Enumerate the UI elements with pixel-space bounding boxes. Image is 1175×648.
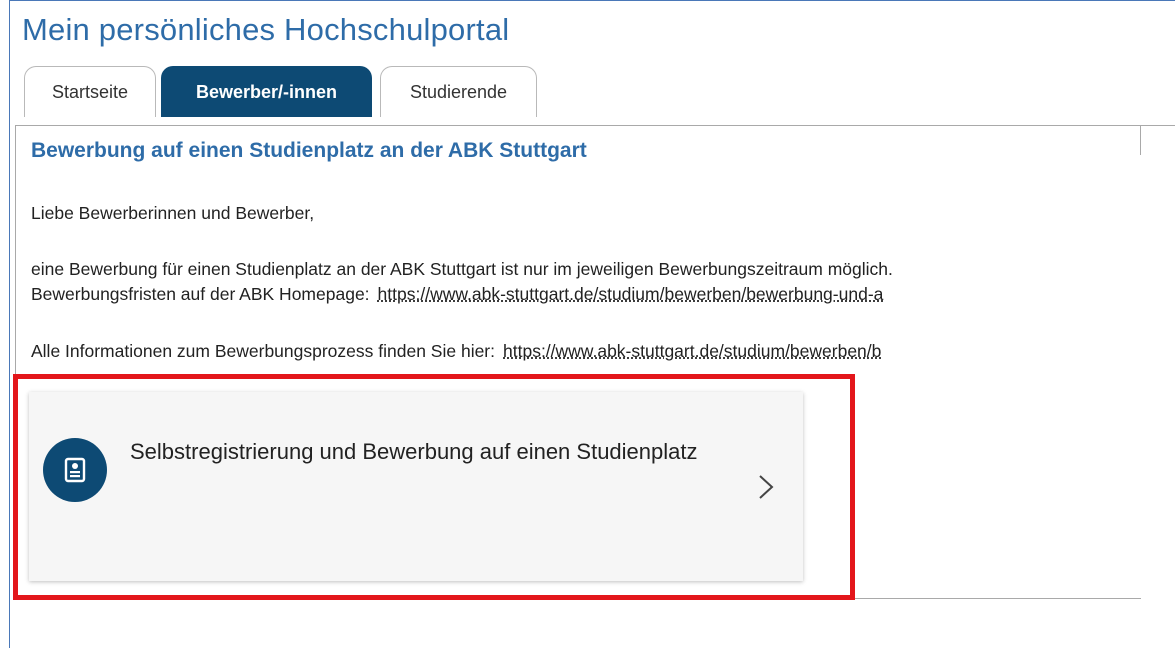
- info-link[interactable]: https://www.abk-stuttgart.de/studium/bew…: [503, 341, 881, 361]
- info-text: Alle Informationen zum Bewerbungsprozess…: [31, 341, 495, 361]
- tab-startseite[interactable]: Startseite: [24, 66, 156, 117]
- deadline-link[interactable]: https://www.abk-stuttgart.de/studium/bew…: [378, 284, 884, 304]
- highlight-box: [13, 374, 855, 600]
- tab-studierende[interactable]: Studierende: [380, 66, 537, 117]
- greeting-text: Liebe Bewerberinnen und Bewerber,: [31, 203, 315, 223]
- info-line: Alle Informationen zum Bewerbungsprozess…: [31, 341, 881, 362]
- section-title: Bewerbung auf einen Studienplatz an der …: [31, 139, 587, 162]
- window-frame-top: [9, 0, 1175, 1]
- window-frame-left: [9, 0, 10, 648]
- paragraph-line-2: Bewerbungsfristen auf der ABK Homepage: h…: [31, 284, 883, 305]
- content-panel-divider: [855, 598, 1141, 599]
- tab-bewerber[interactable]: Bewerber/-innen: [161, 66, 372, 117]
- paragraph-line-1: eine Bewerbung für einen Studienplatz an…: [31, 259, 893, 279]
- content-panel-edge: [1140, 125, 1141, 155]
- portal-title: Mein persönliches Hochschulportal: [22, 12, 510, 47]
- deadline-text: Bewerbungsfristen auf der ABK Homepage:: [31, 284, 370, 304]
